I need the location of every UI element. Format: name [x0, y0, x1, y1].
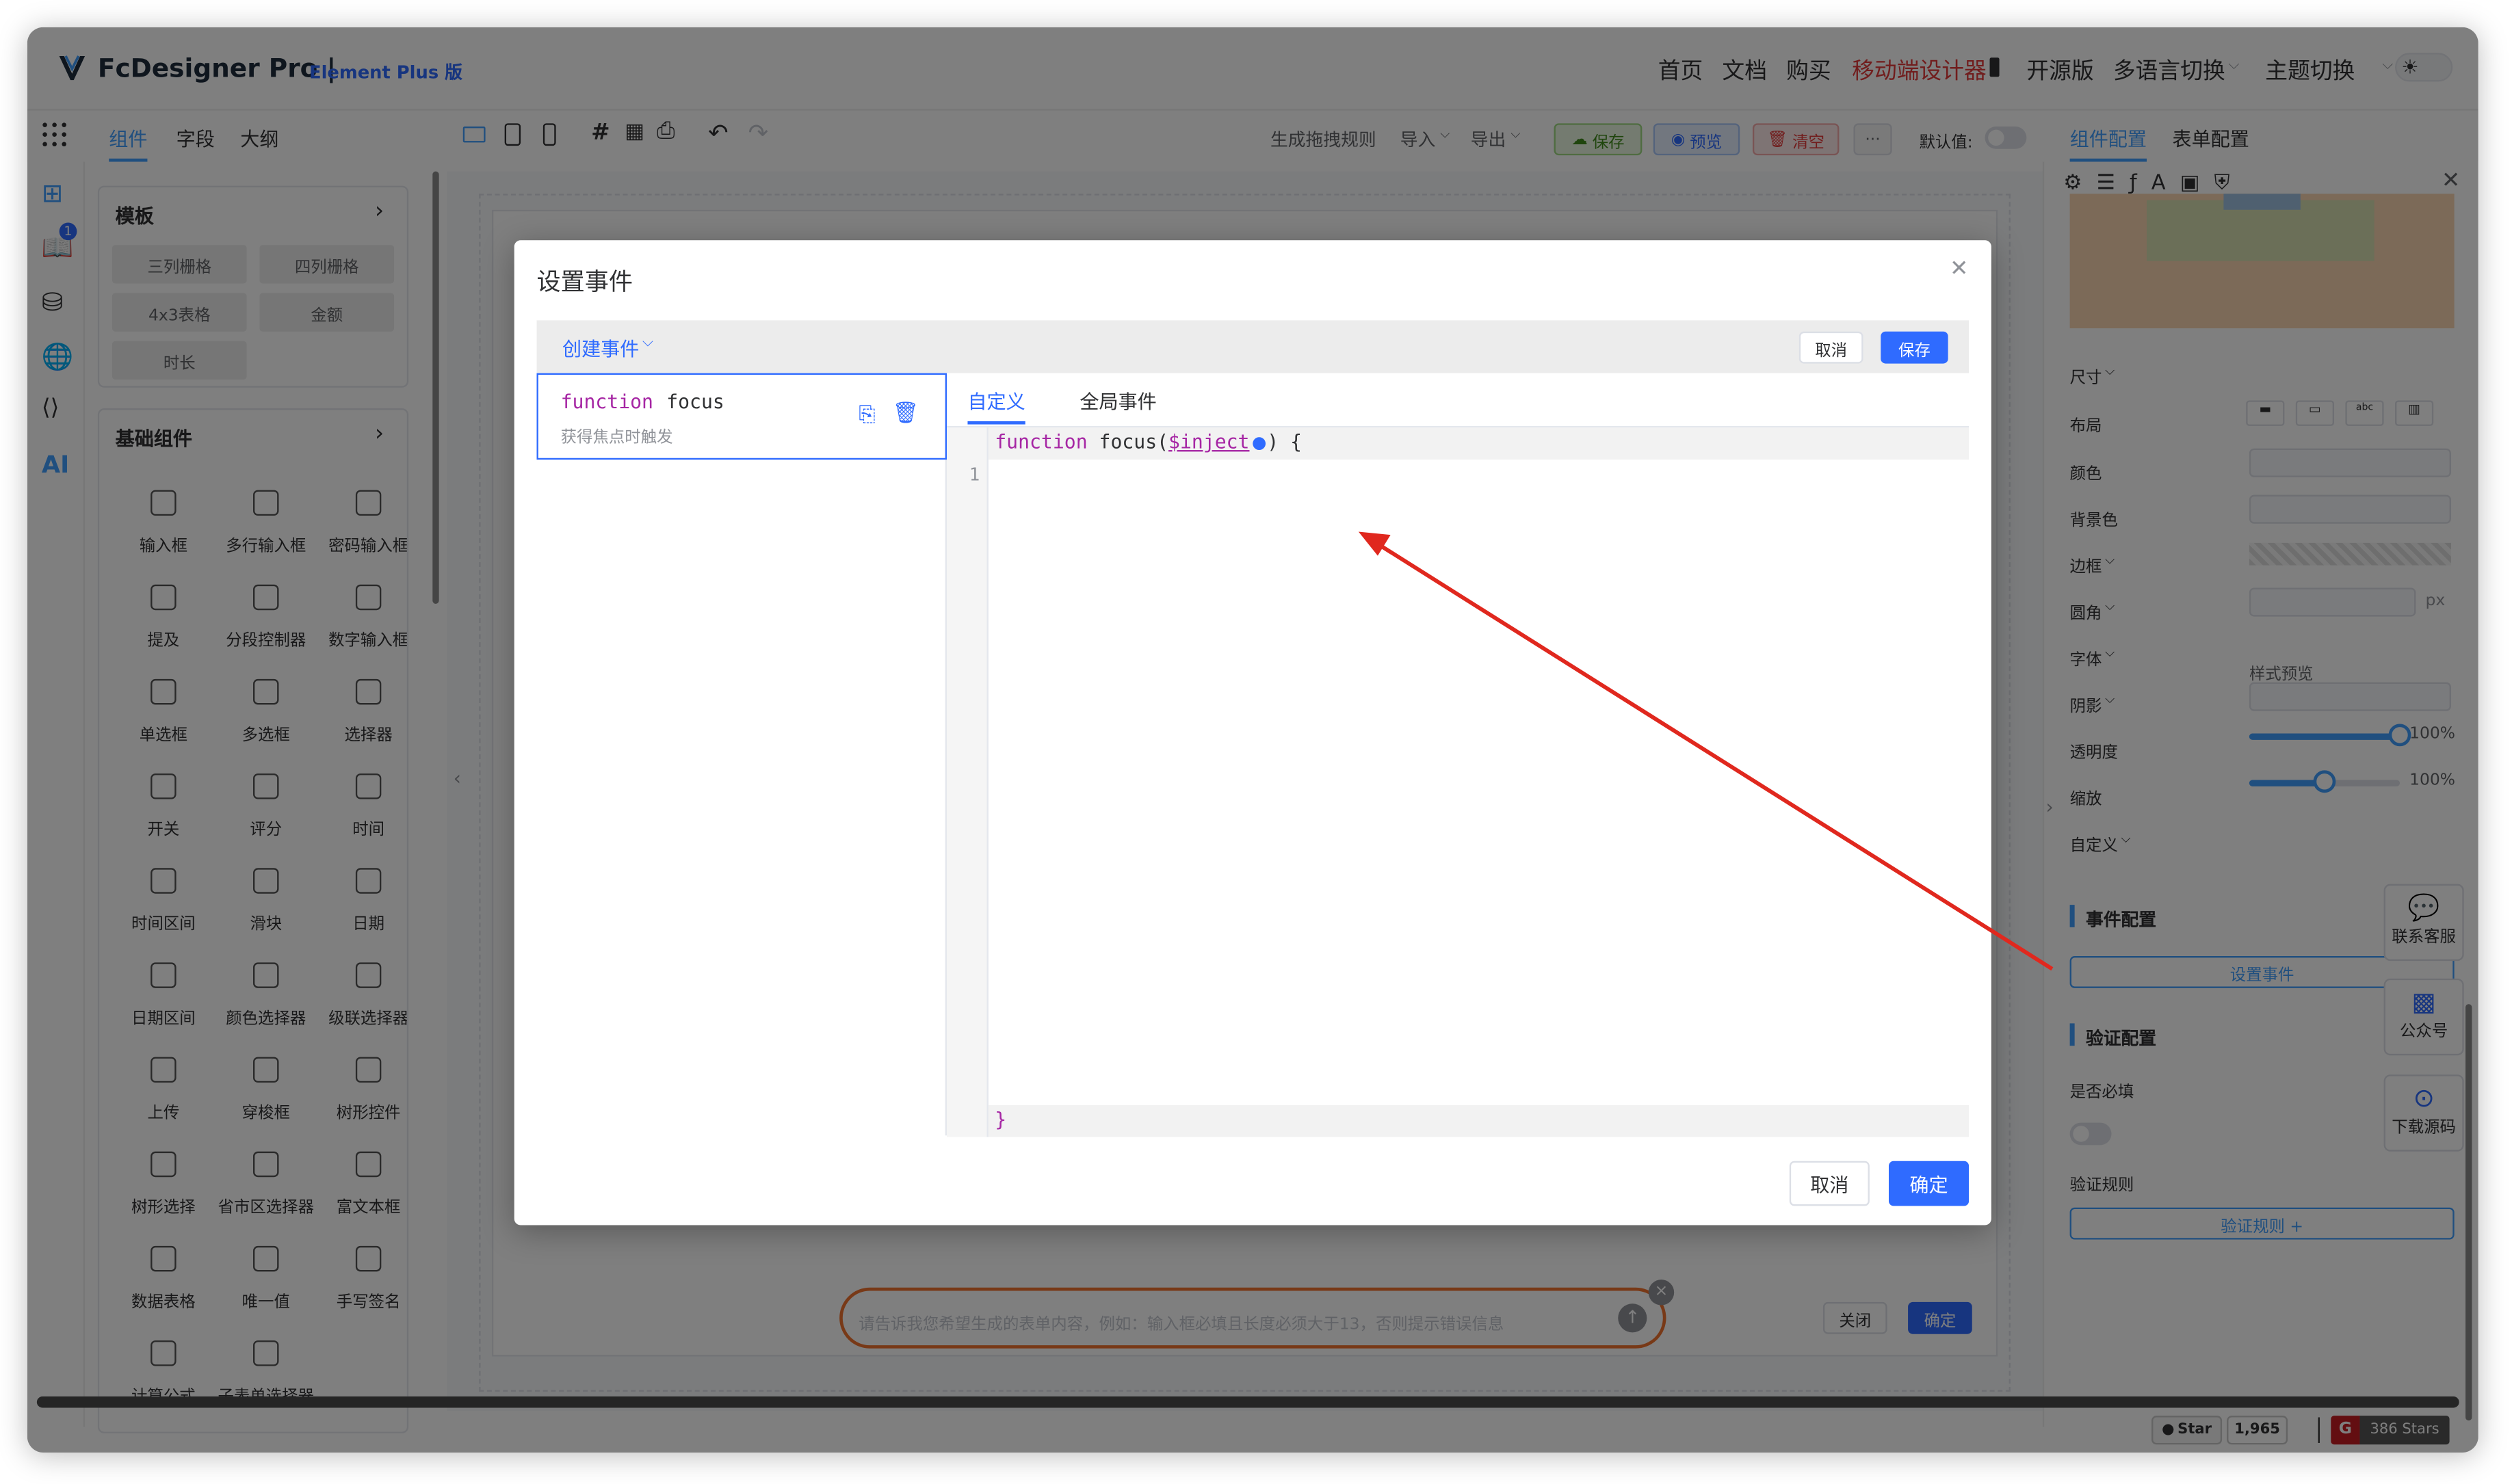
app-window: FcDesigner Pro | Element Plus 版 首页 文档 购买…	[27, 27, 2478, 1453]
screenshot-root: FcDesigner Pro | Element Plus 版 首页 文档 购买…	[0, 0, 2512, 1484]
annotation-arrow	[1358, 531, 2054, 971]
